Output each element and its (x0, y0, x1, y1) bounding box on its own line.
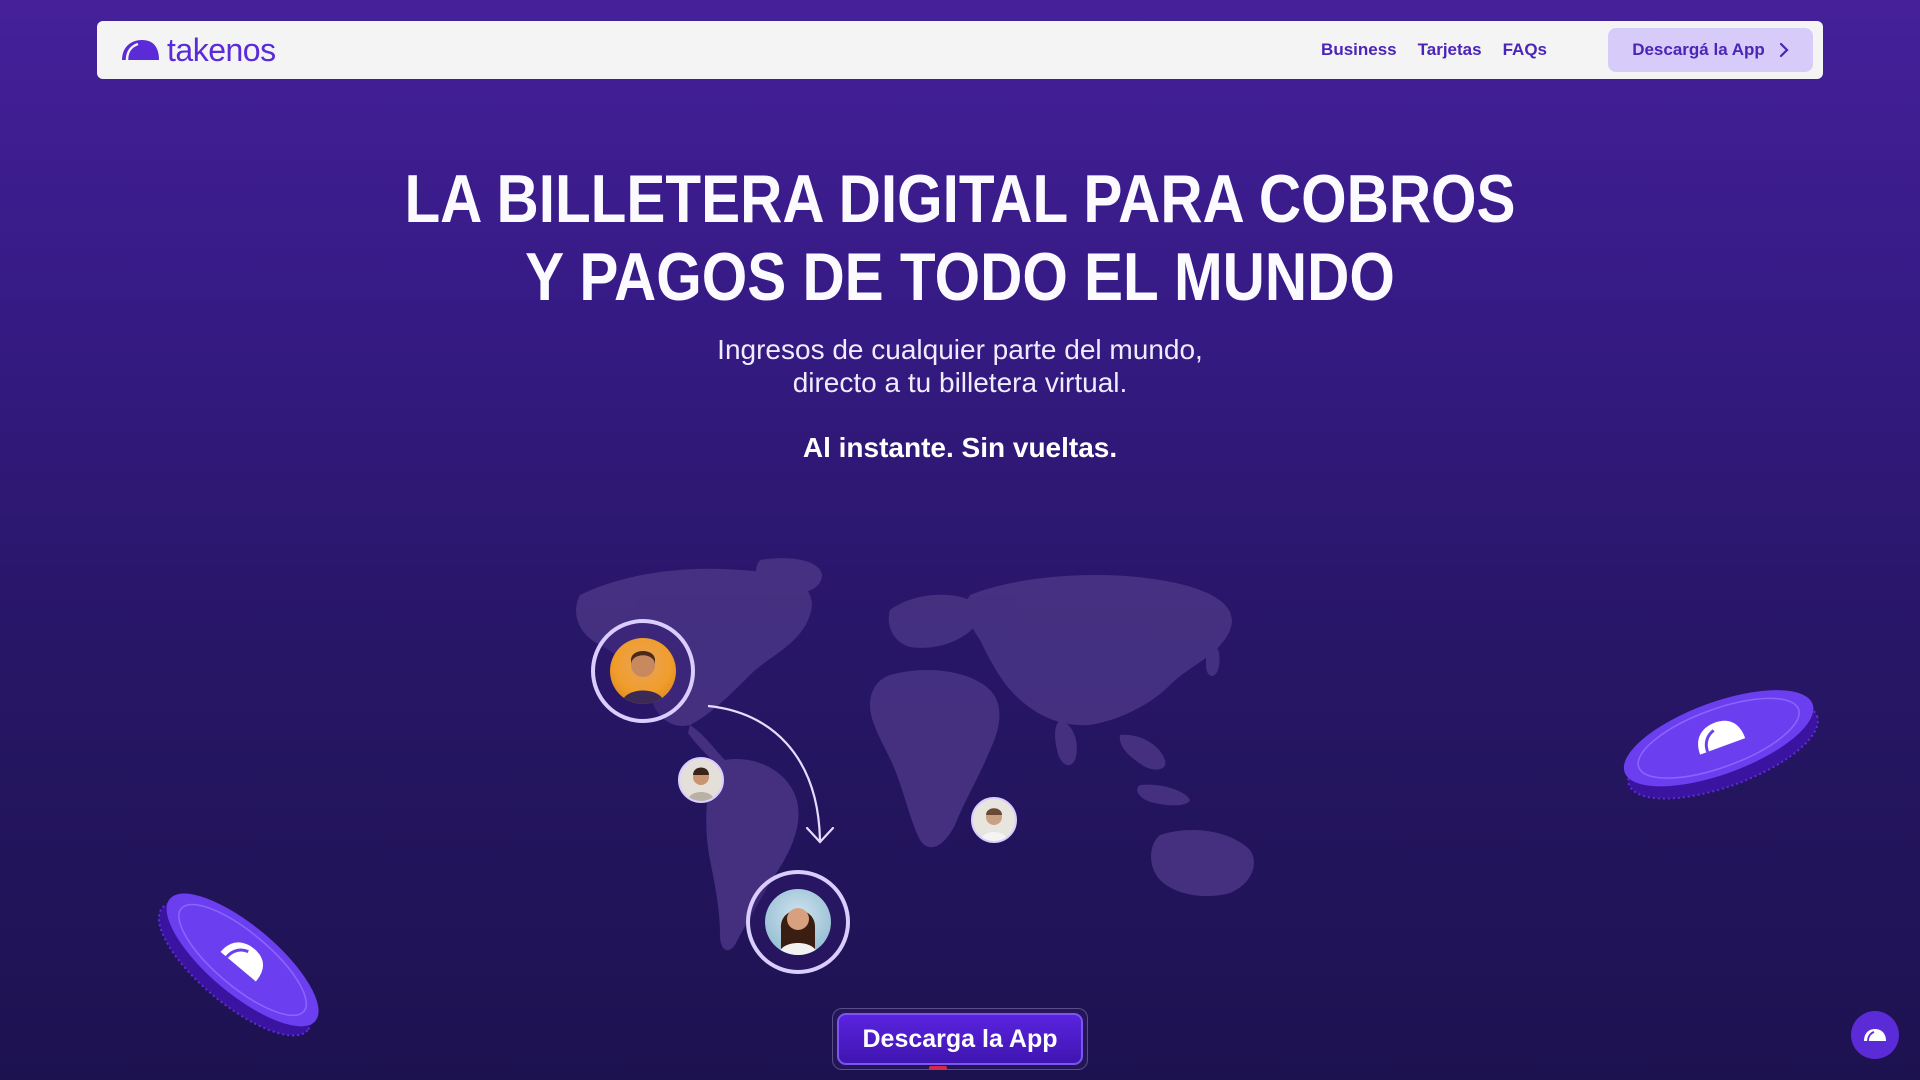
receiver-avatar-photo (765, 889, 831, 955)
download-app-nav-label: Descargá la App (1632, 40, 1765, 59)
hero-subtitle: Ingresos de cualquier parte del mundo, d… (0, 333, 1920, 399)
world-map (576, 558, 1254, 951)
hero-title: LA BILLETERA DIGITAL PARA COBROS Y PAGOS… (134, 160, 1785, 316)
hero-subtitle-line-1: Ingresos de cualquier parte del mundo, (717, 334, 1203, 365)
download-app-nav-button[interactable]: Descargá la App (1608, 28, 1813, 72)
nav-link-business[interactable]: Business (1321, 40, 1397, 60)
cta-indicator (929, 1066, 947, 1070)
nav-link-faqs[interactable]: FAQs (1503, 40, 1547, 60)
coin-left-decoration (157, 893, 319, 1037)
brand-name: takenos (167, 31, 276, 68)
chevron-right-icon (1779, 42, 1789, 58)
download-app-button[interactable]: Descarga la App (837, 1013, 1083, 1065)
download-app-cta-frame: Descarga la App (832, 1008, 1088, 1070)
sender-avatar (591, 619, 695, 723)
hero-title-line-2: Y PAGOS DE TODO EL MUNDO (525, 239, 1395, 315)
person-icon (779, 908, 817, 955)
receiver-avatar (746, 870, 850, 974)
coin-right-decoration (1623, 690, 1819, 800)
top-navbar: takenos Business Tarjetas FAQs Descargá … (97, 21, 1823, 79)
sender-avatar-photo (610, 638, 676, 704)
chat-widget-icon (1864, 1029, 1886, 1042)
nav-links: Business Tarjetas FAQs Descargá la App (1321, 28, 1813, 72)
user-avatar-africa (971, 797, 1017, 843)
brand-logo[interactable]: takenos (119, 32, 276, 69)
hero-title-line-1: LA BILLETERA DIGITAL PARA COBROS (404, 161, 1516, 237)
person-icon (622, 651, 664, 704)
person-icon (981, 808, 1007, 841)
takenos-logo-icon (122, 40, 159, 61)
user-avatar-americas (678, 757, 724, 803)
nav-link-tarjetas[interactable]: Tarjetas (1418, 40, 1482, 60)
person-icon (688, 767, 714, 801)
hero-tagline: Al instante. Sin vueltas. (802, 432, 1118, 463)
chat-widget-button[interactable] (1851, 1011, 1899, 1059)
hero-subtitle-line-2: directo a tu billetera virtual. (792, 367, 1128, 398)
